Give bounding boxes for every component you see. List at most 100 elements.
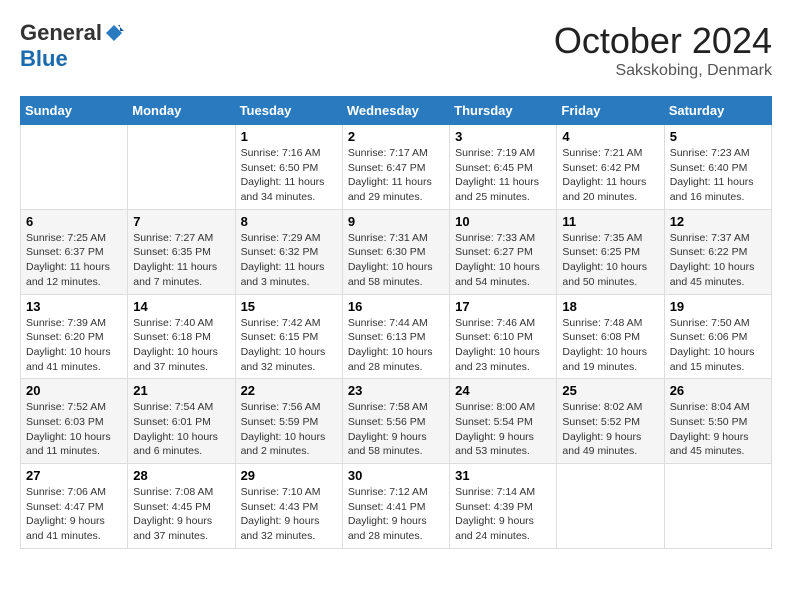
calendar-day-cell: 14 Sunrise: 7:40 AMSunset: 6:18 PMDayligh…: [128, 294, 235, 379]
calendar-day-cell: 1Sunrise: 7:16 AMSunset: 6:50 PMDaylight…: [235, 125, 342, 210]
day-info: Sunrise: 7:14 AMSunset: 4:39 PMDaylight:…: [455, 485, 551, 544]
calendar-day-cell: 25 Sunrise: 8:02 AMSunset: 5:52 PMDayligh…: [557, 379, 664, 464]
day-number: 20: [26, 383, 122, 398]
calendar-day-cell: 11Sunrise: 7:35 AMSunset: 6:25 PMDayligh…: [557, 209, 664, 294]
month-title: October 2024: [554, 20, 772, 62]
day-number: 10: [455, 214, 551, 229]
day-info: Sunrise: 7:21 AMSunset: 6:42 PMDaylight:…: [562, 146, 658, 205]
calendar-header-row: SundayMondayTuesdayWednesdayThursdayFrid…: [21, 97, 772, 125]
calendar-day-cell: 3 Sunrise: 7:19 AMSunset: 6:45 PMDaylight…: [450, 125, 557, 210]
calendar-day-cell: 23 Sunrise: 7:58 AMSunset: 5:56 PMDayligh…: [342, 379, 449, 464]
calendar-day-cell: 17Sunrise: 7:46 AMSunset: 6:10 PMDayligh…: [450, 294, 557, 379]
day-of-week-header: Tuesday: [235, 97, 342, 125]
logo-icon: [104, 23, 124, 43]
day-info: Sunrise: 7:50 AMSunset: 6:06 PMDaylight:…: [670, 316, 766, 375]
day-info: Sunrise: 8:04 AMSunset: 5:50 PMDaylight:…: [670, 400, 766, 459]
day-info: Sunrise: 7:48 AMSunset: 6:08 PMDaylight:…: [562, 316, 658, 375]
day-of-week-header: Wednesday: [342, 97, 449, 125]
calendar-day-cell: 10Sunrise: 7:33 AMSunset: 6:27 PMDayligh…: [450, 209, 557, 294]
day-number: 4: [562, 129, 658, 144]
day-info: Sunrise: 7:46 AMSunset: 6:10 PMDaylight:…: [455, 316, 551, 375]
day-number: 28: [133, 468, 229, 483]
day-info: Sunrise: 7:19 AMSunset: 6:45 PMDaylight:…: [455, 146, 551, 205]
calendar-day-cell: 26 Sunrise: 8:04 AMSunset: 5:50 PMDayligh…: [664, 379, 771, 464]
day-of-week-header: Monday: [128, 97, 235, 125]
day-info: Sunrise: 7:27 AMSunset: 6:35 PMDaylight:…: [133, 231, 229, 290]
logo: General Blue: [20, 20, 124, 72]
day-number: 11: [562, 214, 658, 229]
title-section: October 2024 Sakskobing, Denmark: [554, 20, 772, 80]
location-subtitle: Sakskobing, Denmark: [554, 62, 772, 80]
day-info: Sunrise: 7:16 AMSunset: 6:50 PMDaylight:…: [241, 146, 337, 205]
day-number: 31: [455, 468, 551, 483]
calendar-day-cell: 20 Sunrise: 7:52 AMSunset: 6:03 PMDayligh…: [21, 379, 128, 464]
day-info: Sunrise: 7:12 AMSunset: 4:41 PMDaylight:…: [348, 485, 444, 544]
day-info: Sunrise: 7:52 AMSunset: 6:03 PMDaylight:…: [26, 400, 122, 459]
day-info: Sunrise: 7:44 AMSunset: 6:13 PMDaylight:…: [348, 316, 444, 375]
calendar-day-cell: 18Sunrise: 7:48 AMSunset: 6:08 PMDayligh…: [557, 294, 664, 379]
day-info: Sunrise: 7:31 AMSunset: 6:30 PMDaylight:…: [348, 231, 444, 290]
day-of-week-header: Sunday: [21, 97, 128, 125]
calendar-week-row: 6 Sunrise: 7:25 AMSunset: 6:37 PMDaylight…: [21, 209, 772, 294]
day-number: 12: [670, 214, 766, 229]
calendar-week-row: 20 Sunrise: 7:52 AMSunset: 6:03 PMDayligh…: [21, 379, 772, 464]
day-of-week-header: Saturday: [664, 97, 771, 125]
day-number: 26: [670, 383, 766, 398]
calendar-day-cell: [557, 464, 664, 549]
calendar-day-cell: 19Sunrise: 7:50 AMSunset: 6:06 PMDayligh…: [664, 294, 771, 379]
calendar-day-cell: 2Sunrise: 7:17 AMSunset: 6:47 PMDaylight…: [342, 125, 449, 210]
day-info: Sunrise: 7:25 AMSunset: 6:37 PMDaylight:…: [26, 231, 122, 290]
day-number: 24: [455, 383, 551, 398]
calendar-week-row: 1Sunrise: 7:16 AMSunset: 6:50 PMDaylight…: [21, 125, 772, 210]
calendar-day-cell: 7 Sunrise: 7:27 AMSunset: 6:35 PMDaylight…: [128, 209, 235, 294]
day-number: 6: [26, 214, 122, 229]
calendar-week-row: 13 Sunrise: 7:39 AMSunset: 6:20 PMDayligh…: [21, 294, 772, 379]
calendar-day-cell: [21, 125, 128, 210]
day-info: Sunrise: 7:10 AMSunset: 4:43 PMDaylight:…: [241, 485, 337, 544]
day-number: 13: [26, 299, 122, 314]
calendar-day-cell: 31 Sunrise: 7:14 AMSunset: 4:39 PMDayligh…: [450, 464, 557, 549]
calendar-day-cell: 24 Sunrise: 8:00 AMSunset: 5:54 PMDayligh…: [450, 379, 557, 464]
calendar-table: SundayMondayTuesdayWednesdayThursdayFrid…: [20, 96, 772, 549]
calendar-day-cell: 9 Sunrise: 7:31 AMSunset: 6:30 PMDaylight…: [342, 209, 449, 294]
calendar-day-cell: 30 Sunrise: 7:12 AMSunset: 4:41 PMDayligh…: [342, 464, 449, 549]
calendar-day-cell: 13 Sunrise: 7:39 AMSunset: 6:20 PMDayligh…: [21, 294, 128, 379]
day-info: Sunrise: 7:37 AMSunset: 6:22 PMDaylight:…: [670, 231, 766, 290]
calendar-day-cell: [128, 125, 235, 210]
logo-blue: Blue: [20, 46, 68, 72]
day-of-week-header: Thursday: [450, 97, 557, 125]
calendar-day-cell: 5Sunrise: 7:23 AMSunset: 6:40 PMDaylight…: [664, 125, 771, 210]
day-number: 30: [348, 468, 444, 483]
day-number: 2: [348, 129, 444, 144]
calendar-day-cell: 21Sunrise: 7:54 AMSunset: 6:01 PMDayligh…: [128, 379, 235, 464]
calendar-day-cell: 6 Sunrise: 7:25 AMSunset: 6:37 PMDaylight…: [21, 209, 128, 294]
day-number: 29: [241, 468, 337, 483]
calendar-day-cell: 8 Sunrise: 7:29 AMSunset: 6:32 PMDaylight…: [235, 209, 342, 294]
calendar-day-cell: 15Sunrise: 7:42 AMSunset: 6:15 PMDayligh…: [235, 294, 342, 379]
day-number: 25: [562, 383, 658, 398]
day-info: Sunrise: 7:56 AMSunset: 5:59 PMDaylight:…: [241, 400, 337, 459]
calendar-day-cell: 29 Sunrise: 7:10 AMSunset: 4:43 PMDayligh…: [235, 464, 342, 549]
day-number: 8: [241, 214, 337, 229]
day-number: 3: [455, 129, 551, 144]
day-number: 27: [26, 468, 122, 483]
day-info: Sunrise: 8:02 AMSunset: 5:52 PMDaylight:…: [562, 400, 658, 459]
day-info: Sunrise: 7:58 AMSunset: 5:56 PMDaylight:…: [348, 400, 444, 459]
day-info: Sunrise: 7:40 AMSunset: 6:18 PMDaylight:…: [133, 316, 229, 375]
day-number: 23: [348, 383, 444, 398]
calendar-day-cell: 28 Sunrise: 7:08 AMSunset: 4:45 PMDayligh…: [128, 464, 235, 549]
day-number: 9: [348, 214, 444, 229]
day-info: Sunrise: 7:39 AMSunset: 6:20 PMDaylight:…: [26, 316, 122, 375]
calendar-day-cell: [664, 464, 771, 549]
day-number: 14: [133, 299, 229, 314]
day-number: 15: [241, 299, 337, 314]
day-number: 7: [133, 214, 229, 229]
day-info: Sunrise: 7:29 AMSunset: 6:32 PMDaylight:…: [241, 231, 337, 290]
calendar-day-cell: 4 Sunrise: 7:21 AMSunset: 6:42 PMDaylight…: [557, 125, 664, 210]
day-of-week-header: Friday: [557, 97, 664, 125]
day-number: 22: [241, 383, 337, 398]
day-info: Sunrise: 7:54 AMSunset: 6:01 PMDaylight:…: [133, 400, 229, 459]
day-info: Sunrise: 7:08 AMSunset: 4:45 PMDaylight:…: [133, 485, 229, 544]
day-info: Sunrise: 8:00 AMSunset: 5:54 PMDaylight:…: [455, 400, 551, 459]
day-number: 16: [348, 299, 444, 314]
